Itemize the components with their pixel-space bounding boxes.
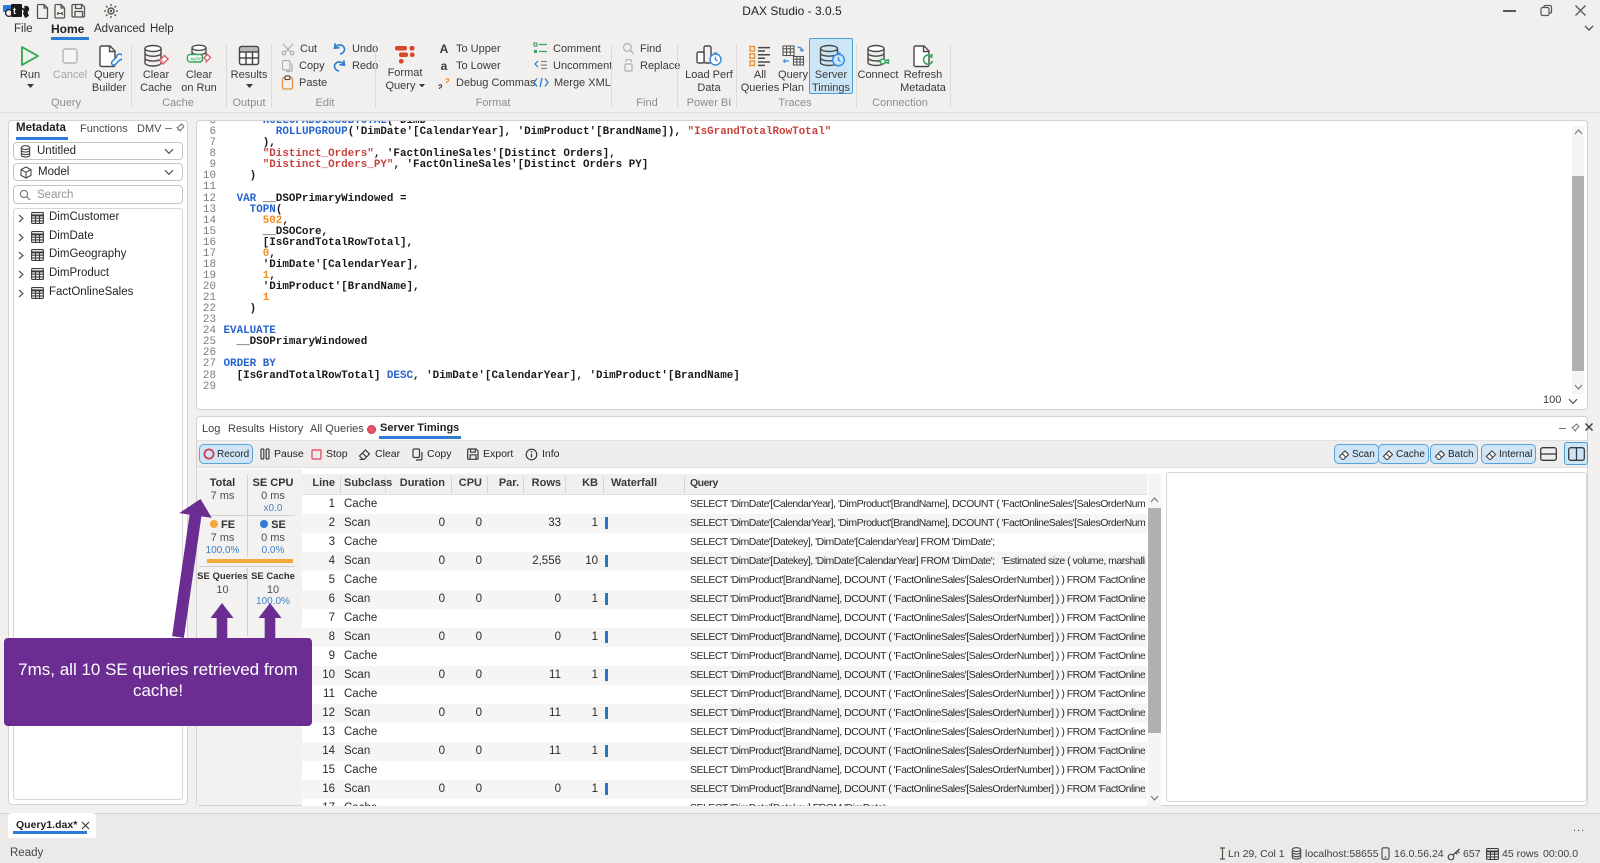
svg-text:t: t [13, 6, 16, 16]
svg-text:AUTO: AUTO [190, 56, 203, 61]
